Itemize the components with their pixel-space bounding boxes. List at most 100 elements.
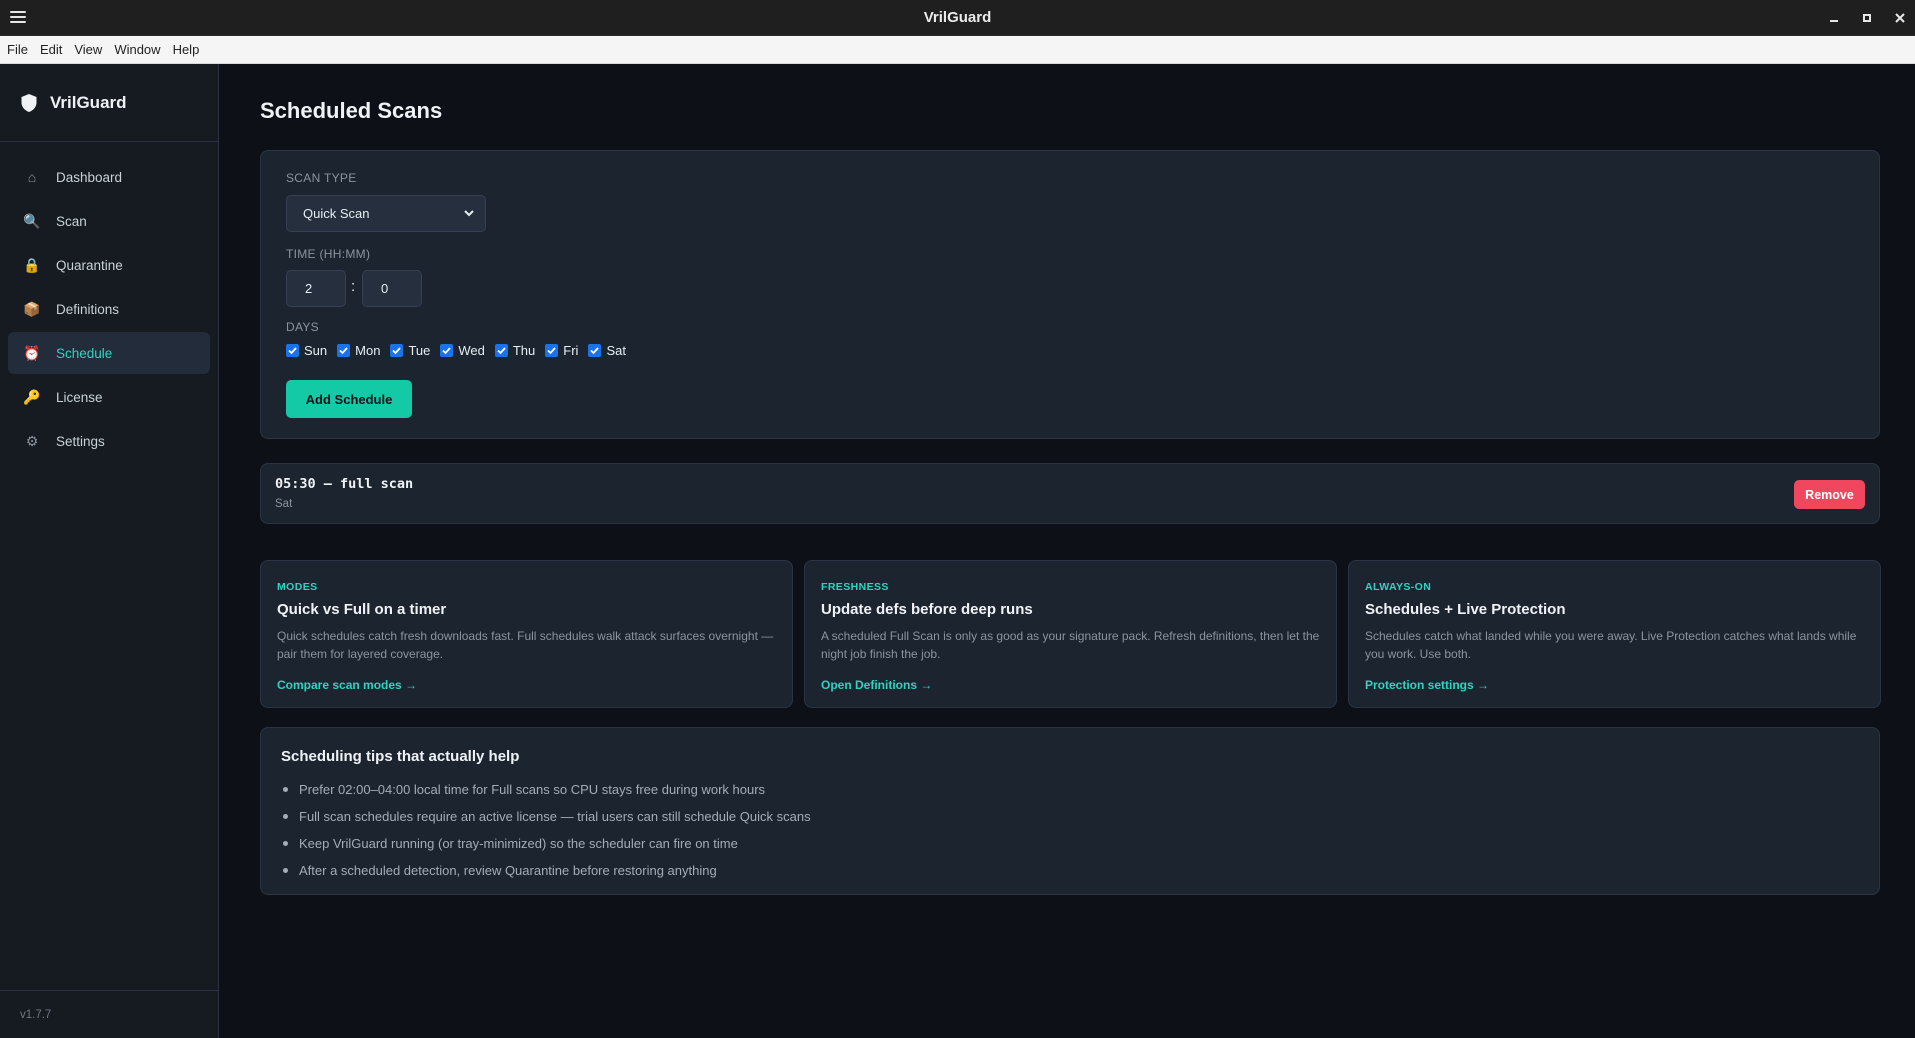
sidebar-item-label: License [56, 389, 103, 405]
package-icon: 📦 [23, 300, 41, 317]
add-schedule-button[interactable]: Add Schedule [286, 380, 412, 418]
list-item: Prefer 02:00–04:00 local time for Full s… [283, 776, 811, 803]
add-schedule-form: SCAN TYPE Quick Scan TIME (HH:MM) 2 : 0 … [260, 150, 1880, 439]
sidebar-item-schedule[interactable]: ⏰ Schedule [8, 332, 210, 374]
brand: VrilGuard [0, 64, 218, 142]
minimize-icon[interactable] [1824, 8, 1844, 28]
lock-icon: 🔒 [23, 256, 41, 273]
menu-window[interactable]: Window [114, 42, 160, 57]
info-card-freshness: FRESHNESS Update defs before deep runs A… [804, 560, 1337, 708]
chevron-down-icon [464, 210, 474, 217]
schedule-days: Sat [275, 498, 293, 510]
window-title: VrilGuard [923, 9, 992, 26]
card-title: Schedules + Live Protection [1365, 601, 1566, 618]
day-label: Mon [355, 343, 381, 358]
main-content: Scheduled Scans SCAN TYPE Quick Scan TIM… [220, 64, 1915, 1038]
search-icon: 🔍 [23, 212, 41, 229]
days-checkbox-group: Sun Mon Tue Wed Thu Fri Sat [286, 343, 636, 358]
day-label: Wed [458, 343, 485, 358]
sidebar-item-quarantine[interactable]: 🔒 Quarantine [8, 244, 210, 286]
protection-settings-link[interactable]: Protection settings → [1365, 678, 1489, 692]
open-definitions-link[interactable]: Open Definitions → [821, 678, 932, 692]
sidebar-item-label: Scan [56, 213, 87, 229]
close-icon[interactable] [1890, 8, 1910, 28]
scan-type-label: SCAN TYPE [286, 171, 357, 185]
menu-view[interactable]: View [74, 42, 102, 57]
card-title: Update defs before deep runs [821, 601, 1033, 618]
checkbox-checked-icon[interactable] [286, 344, 299, 357]
day-label: Thu [512, 343, 536, 358]
remove-schedule-button[interactable]: Remove [1794, 480, 1865, 509]
menu-bar: File Edit View Window Help [0, 36, 1915, 64]
list-item: Full scan schedules require an active li… [283, 803, 811, 830]
card-kicker: FRESHNESS [821, 581, 889, 593]
brand-name: VrilGuard [50, 92, 127, 112]
checkbox-checked-icon[interactable] [494, 344, 508, 357]
sidebar-item-label: Definitions [56, 301, 120, 317]
sidebar-item-label: Dashboard [56, 169, 123, 185]
checkbox-checked-icon[interactable] [337, 344, 351, 357]
checkbox-checked-icon[interactable] [588, 344, 602, 357]
sidebar-item-dashboard[interactable]: ⌂ Dashboard [8, 156, 210, 198]
card-kicker: MODES [277, 581, 318, 593]
card-body: Quick schedules catch fresh downloads fa… [277, 629, 774, 661]
day-checkbox-fri[interactable]: Fri [545, 343, 578, 358]
day-checkbox-sat[interactable]: Sat [588, 343, 626, 358]
tips-title: Scheduling tips that actually help [281, 748, 520, 765]
menu-file[interactable]: File [7, 42, 28, 57]
info-card-always-on: ALWAYS-ON Schedules + Live Protection Sc… [1348, 560, 1881, 708]
version-label: v1.7.7 [0, 990, 218, 1038]
tips-list: Prefer 02:00–04:00 local time for Full s… [283, 776, 811, 884]
sidebar-item-definitions[interactable]: 📦 Definitions [8, 288, 210, 330]
sidebar-item-label: Schedule [56, 345, 113, 361]
sidebar-item-license[interactable]: 🔑 License [8, 376, 210, 418]
scan-type-value: Quick Scan [303, 206, 370, 221]
checkbox-checked-icon[interactable] [440, 344, 454, 357]
hour-input[interactable]: 2 [286, 270, 346, 307]
schedule-time: 05:30 — full scan [275, 476, 414, 492]
shield-icon [21, 93, 37, 112]
card-body: Schedules catch what landed while you we… [1365, 629, 1857, 661]
compare-scan-modes-link[interactable]: Compare scan modes → [277, 678, 417, 692]
menu-help[interactable]: Help [173, 42, 200, 57]
card-title: Quick vs Full on a timer [277, 601, 447, 618]
scan-type-select[interactable]: Quick Scan [286, 195, 486, 232]
day-label: Tue [408, 343, 431, 358]
sidebar-item-label: Settings [56, 433, 105, 449]
day-label: Fri [563, 343, 579, 358]
home-icon: ⌂ [27, 169, 37, 185]
day-label: Sun [304, 343, 328, 358]
day-checkbox-wed[interactable]: Wed [440, 343, 485, 358]
card-body: A scheduled Full Scan is only as good as… [821, 629, 1320, 661]
list-item: After a scheduled detection, review Quar… [283, 857, 811, 884]
day-checkbox-mon[interactable]: Mon [337, 343, 380, 358]
sidebar-item-label: Quarantine [56, 257, 123, 273]
hamburger-menu-icon[interactable] [10, 9, 26, 25]
time-separator: : [351, 278, 356, 295]
menu-edit[interactable]: Edit [40, 42, 62, 57]
list-item: Keep VrilGuard running (or tray-minimize… [283, 830, 811, 857]
sidebar: VrilGuard ⌂ Dashboard 🔍 Scan 🔒 Quarantin… [0, 64, 219, 1038]
minute-input[interactable]: 0 [362, 270, 422, 307]
day-label: Sat [606, 343, 626, 358]
key-icon: 🔑 [23, 388, 41, 405]
day-checkbox-sun[interactable]: Sun [286, 343, 327, 358]
title-bar: VrilGuard [0, 0, 1915, 36]
time-label: TIME (HH:MM) [286, 247, 371, 261]
days-label: DAYS [286, 320, 319, 334]
page-title: Scheduled Scans [260, 98, 443, 123]
schedule-item: 05:30 — full scan Sat Remove [260, 463, 1880, 524]
sidebar-item-settings[interactable]: ⚙ Settings [8, 420, 210, 462]
day-checkbox-thu[interactable]: Thu [494, 343, 536, 358]
checkbox-checked-icon[interactable] [390, 344, 404, 357]
scheduling-tips: Scheduling tips that actually help Prefe… [260, 727, 1880, 895]
sidebar-nav: ⌂ Dashboard 🔍 Scan 🔒 Quarantine 📦 Defini… [0, 142, 218, 462]
info-card-modes: MODES Quick vs Full on a timer Quick sch… [260, 560, 793, 708]
checkbox-checked-icon[interactable] [545, 344, 559, 357]
card-kicker: ALWAYS-ON [1365, 581, 1432, 593]
day-checkbox-tue[interactable]: Tue [390, 343, 430, 358]
alarm-clock-icon: ⏰ [23, 344, 41, 361]
gear-icon: ⚙ [25, 432, 39, 449]
sidebar-item-scan[interactable]: 🔍 Scan [8, 200, 210, 242]
maximize-icon[interactable] [1857, 8, 1877, 28]
